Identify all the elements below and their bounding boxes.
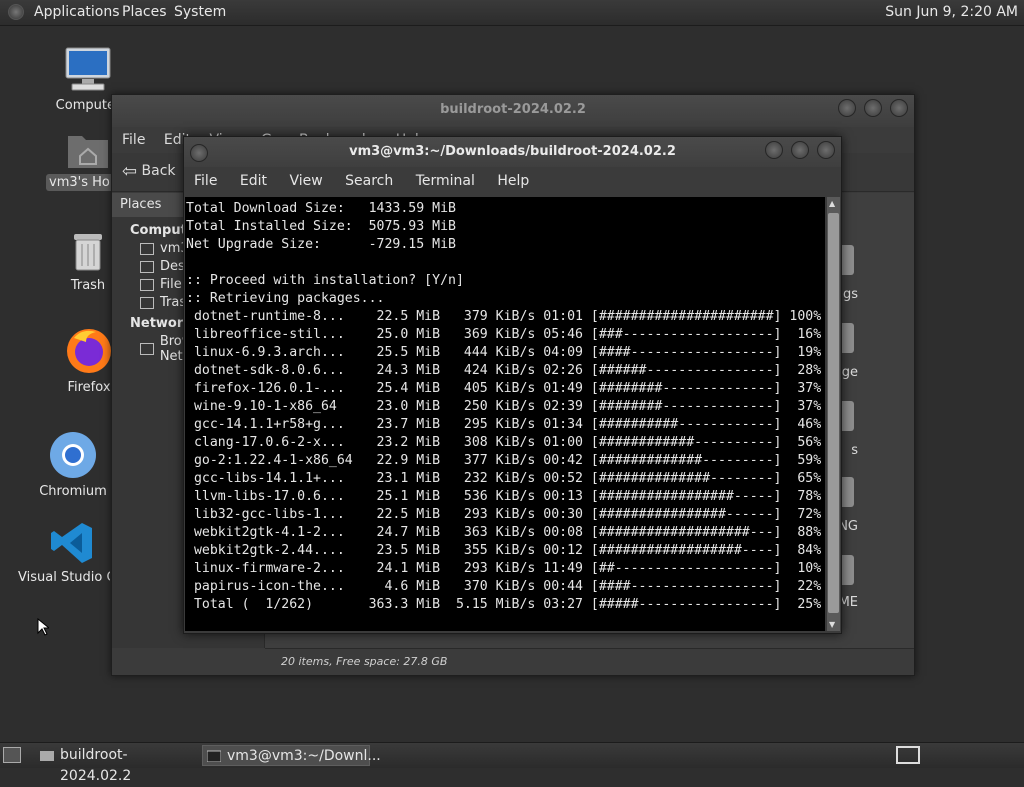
file-manager-title: buildroot-2024.02.2 xyxy=(440,102,586,117)
terminal-text: Total Download Size: 1433.59 MiB Total In… xyxy=(185,197,825,614)
show-desktop-icon[interactable] xyxy=(3,747,21,763)
terminal-title: vm3@vm3:~/Downloads/buildroot-2024.02.2 xyxy=(349,144,676,159)
terminal-line: wine-9.10-1-x86_64 23.0 MiB 250 KiB/s 02… xyxy=(186,399,822,414)
back-arrow-icon: ⇦ xyxy=(122,161,138,182)
term-menu-search[interactable]: Search xyxy=(345,173,393,189)
desktop-icon xyxy=(140,260,154,273)
folder-label: gs xyxy=(842,287,858,302)
desktop-icon-chromium[interactable]: Chromium xyxy=(38,430,108,499)
applications-menu[interactable]: Applications xyxy=(34,4,120,20)
term-menu-terminal[interactable]: Terminal xyxy=(416,173,475,189)
scroll-up-icon[interactable]: ▲ xyxy=(829,199,835,208)
clock[interactable]: Sun Jun 9, 2:20 AM xyxy=(885,4,1018,20)
desktop-label-trash: Trash xyxy=(70,278,106,293)
term-menu-help[interactable]: Help xyxy=(497,173,529,189)
home-folder-icon xyxy=(68,136,108,168)
drive-icon xyxy=(140,278,154,291)
terminal-icon xyxy=(207,750,221,762)
terminal-line: llvm-libs-17.0.6... 25.1 MiB 536 KiB/s 0… xyxy=(186,489,822,504)
terminal-line: :: Retrieving packages... xyxy=(186,291,385,306)
terminal-line: webkit2gtk-4.1-2... 24.7 MiB 363 KiB/s 0… xyxy=(186,525,822,540)
bottom-panel: buildroot-2024.02.2 vm3@vm3:~/Downl... xyxy=(0,742,1024,784)
scroll-down-icon[interactable]: ▼ xyxy=(829,620,835,629)
taskbar-item-file-manager[interactable]: buildroot-2024.02.2 xyxy=(36,745,196,784)
terminal-line: clang-17.0.6-2-x... 23.2 MiB 308 KiB/s 0… xyxy=(186,435,822,450)
terminal-window: vm3@vm3:~/Downloads/buildroot-2024.02.2 … xyxy=(183,136,842,634)
terminal-menubar: File Edit View Search Terminal Help xyxy=(184,167,841,195)
trash-icon xyxy=(74,234,102,271)
terminal-line: webkit2gtk-2.44.... 23.5 MiB 355 KiB/s 0… xyxy=(186,543,822,558)
terminal-line: linux-6.9.3.arch... 25.5 MiB 444 KiB/s 0… xyxy=(186,345,822,360)
desktop-icon-trash[interactable]: Trash xyxy=(58,228,118,293)
term-menu-view[interactable]: View xyxy=(289,173,322,189)
file-manager-statusbar: 20 items, Free space: 27.8 GB xyxy=(265,648,914,675)
folder-label: s xyxy=(851,443,858,458)
window-menu-button[interactable] xyxy=(190,144,208,162)
terminal-line: dotnet-runtime-8... 22.5 MiB 379 KiB/s 0… xyxy=(186,309,822,324)
back-button[interactable]: ⇦ Back xyxy=(122,161,176,182)
close-button[interactable] xyxy=(817,141,835,159)
scrollbar-thumb[interactable] xyxy=(828,213,839,613)
maximize-button[interactable] xyxy=(864,99,882,117)
terminal-scrollbar[interactable]: ▲ ▼ xyxy=(827,197,840,631)
terminal-line: papirus-icon-the... 4.6 MiB 370 KiB/s 00… xyxy=(186,579,822,594)
trash-icon xyxy=(140,296,154,309)
terminal-line: linux-firmware-2... 24.1 MiB 293 KiB/s 1… xyxy=(186,561,822,576)
task-label: vm3@vm3:~/Downl... xyxy=(227,748,381,764)
home-icon xyxy=(140,242,154,255)
desktop-label-vscode: Visual Studio Code xyxy=(18,570,110,585)
terminal-line: libreoffice-stil... 25.0 MiB 369 KiB/s 0… xyxy=(186,327,822,342)
vscode-icon xyxy=(51,523,92,563)
taskbar-item-terminal[interactable]: vm3@vm3:~/Downl... xyxy=(202,745,381,766)
terminal-titlebar[interactable]: vm3@vm3:~/Downloads/buildroot-2024.02.2 xyxy=(184,137,841,167)
folder-icon xyxy=(40,751,54,761)
terminal-output[interactable]: Total Download Size: 1433.59 MiB Total In… xyxy=(185,197,825,631)
terminal-line: firefox-126.0.1-... 25.4 MiB 405 KiB/s 0… xyxy=(186,381,822,396)
terminal-line: Total Installed Size: 5075.93 MiB xyxy=(186,219,456,234)
computer-icon xyxy=(65,47,111,91)
terminal-line: lib32-gcc-libs-1... 22.5 MiB 293 KiB/s 0… xyxy=(186,507,822,522)
workspace-switcher-icon[interactable] xyxy=(896,746,920,764)
maximize-button[interactable] xyxy=(791,141,809,159)
distro-logo-icon[interactable] xyxy=(8,4,24,20)
terminal-line: :: Proceed with installation? [Y/n] xyxy=(186,273,464,288)
minimize-button[interactable] xyxy=(765,141,783,159)
term-menu-edit[interactable]: Edit xyxy=(240,173,267,189)
terminal-line: Total Download Size: 1433.59 MiB xyxy=(186,201,456,216)
term-menu-file[interactable]: File xyxy=(194,173,217,189)
fm-menu-file[interactable]: File xyxy=(122,132,145,148)
terminal-line: gcc-libs-14.1.1+... 23.1 MiB 232 KiB/s 0… xyxy=(186,471,822,486)
terminal-line: dotnet-sdk-8.0.6... 24.3 MiB 424 KiB/s 0… xyxy=(186,363,822,378)
back-label: Back xyxy=(141,163,176,179)
terminal-line: Net Upgrade Size: -729.15 MiB xyxy=(186,237,456,252)
terminal-line: gcc-14.1.1+r58+g... 23.7 MiB 295 KiB/s 0… xyxy=(186,417,822,432)
task-label: buildroot-2024.02.2 xyxy=(60,747,132,784)
file-manager-titlebar[interactable]: buildroot-2024.02.2 xyxy=(112,95,914,127)
terminal-line: Total ( 1/262) 363.3 MiB 5.15 MiB/s 03:2… xyxy=(186,597,822,612)
system-menu[interactable]: System xyxy=(174,4,226,20)
terminal-line: go-2:1.22.4-1-x86_64 22.9 MiB 377 KiB/s … xyxy=(186,453,822,468)
chromium-icon xyxy=(50,432,96,478)
places-menu[interactable]: Places xyxy=(122,4,167,20)
close-button[interactable] xyxy=(890,99,908,117)
desktop-label-chromium: Chromium xyxy=(39,484,107,499)
top-panel: Applications Places System Sun Jun 9, 2:… xyxy=(0,0,1024,26)
network-icon xyxy=(140,343,154,355)
minimize-button[interactable] xyxy=(838,99,856,117)
firefox-icon xyxy=(67,329,111,373)
folder-label: ge xyxy=(841,365,858,380)
